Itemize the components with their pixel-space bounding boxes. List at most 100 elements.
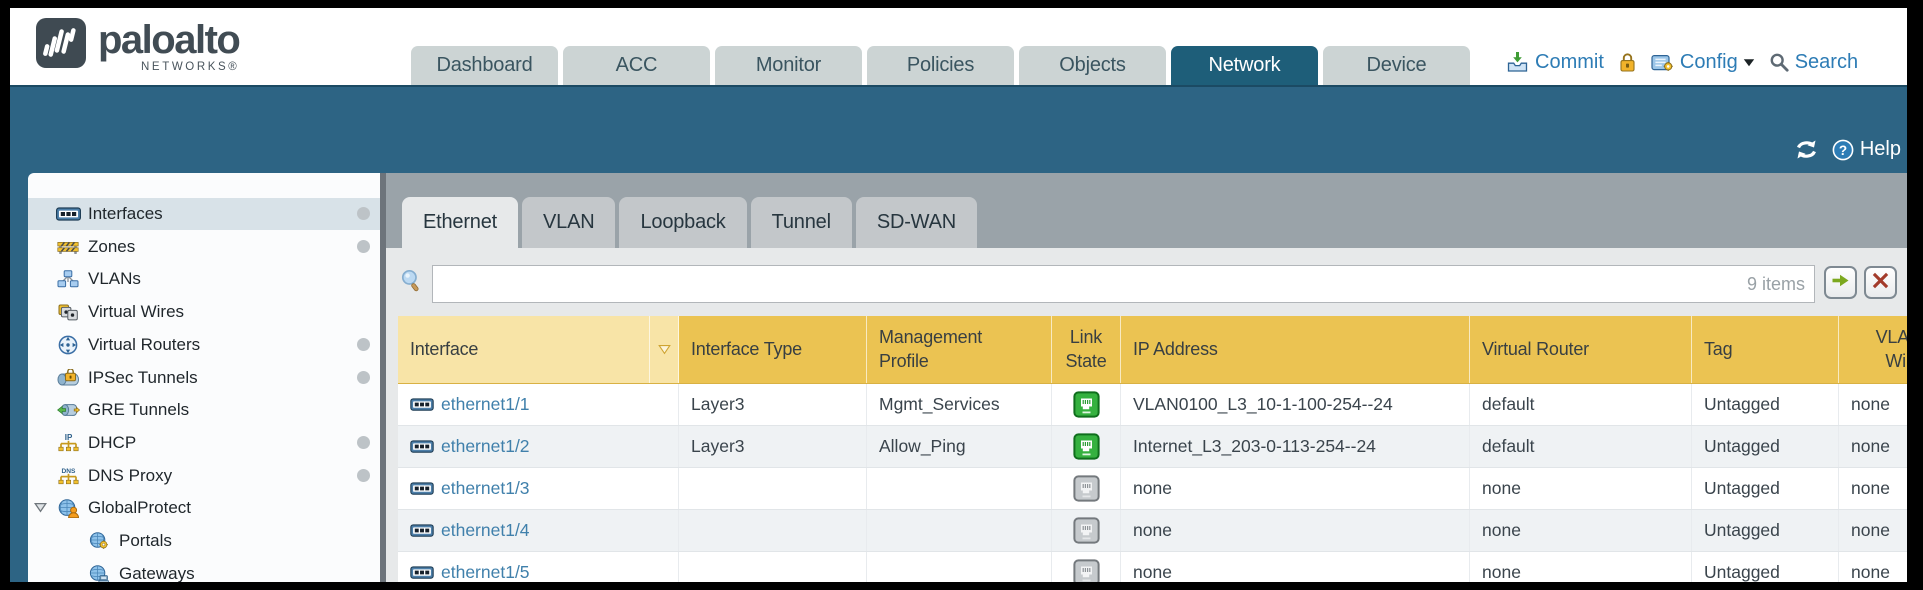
tab-tunnel[interactable]: Tunnel [751, 197, 852, 248]
column-header-ip-address[interactable]: IP Address [1121, 316, 1470, 383]
gre-tunnels-icon [55, 402, 81, 418]
cell-vlan-virtual-wire: none [1839, 384, 1907, 425]
status-dot [357, 338, 370, 351]
ethernet-interface-icon [410, 397, 434, 412]
clear-filter-button[interactable] [1864, 266, 1897, 299]
column-header-tag[interactable]: Tag [1692, 316, 1839, 383]
nav-tab-monitor[interactable]: Monitor [715, 46, 862, 85]
cell-ip-address: none [1121, 552, 1470, 582]
sidebar-item-globalprotect[interactable]: GlobalProtect [28, 492, 380, 524]
link-state-down-icon [1073, 475, 1100, 502]
sidebar-item-gre-tunnels[interactable]: GRE Tunnels [28, 394, 380, 426]
globalprotect-icon [55, 499, 81, 518]
dns-proxy-icon: DNS [55, 466, 81, 485]
sidebar-item-label: Virtual Routers [88, 335, 200, 355]
nav-tab-dashboard[interactable]: Dashboard [411, 46, 558, 85]
table-header-row: Interface Interface TypeManagement Profil… [398, 316, 1907, 384]
sidebar-item-ipsec-tunnels[interactable]: IPSec Tunnels [28, 362, 380, 394]
apply-filter-button[interactable] [1824, 266, 1857, 299]
cell-interface-type: Layer3 [679, 426, 867, 467]
paloalto-logo: paloalto NETWORKS® [35, 17, 239, 74]
search-link[interactable]: Search [1795, 51, 1858, 74]
sidebar-item-label: Virtual Wires [88, 302, 184, 322]
nav-tab-acc[interactable]: ACC [563, 46, 710, 85]
commit-link[interactable]: Commit [1535, 51, 1604, 74]
filter-input[interactable] [432, 265, 1815, 303]
sidebar-item-virtual-routers[interactable]: Virtual Routers [28, 329, 380, 361]
config-link[interactable]: Config [1680, 51, 1738, 74]
sidebar-item-dhcp[interactable]: IPDHCP [28, 427, 380, 459]
interface-link[interactable]: ethernet1/2 [441, 436, 530, 457]
ethernet-interface-icon [410, 439, 434, 454]
table-row: ethernet1/4nonenoneUntaggednone [398, 510, 1907, 552]
config-icon[interactable] [1651, 52, 1674, 73]
cell-management-profile [867, 552, 1052, 582]
band-tools: ? Help [1794, 138, 1901, 161]
column-header-link-state[interactable]: Link State [1052, 316, 1121, 383]
tab-ethernet[interactable]: Ethernet [402, 197, 518, 248]
cell-tag: Untagged [1692, 426, 1839, 467]
sidebar-item-label: VLANs [88, 269, 141, 289]
search-icon[interactable] [1769, 52, 1789, 72]
status-dot [357, 469, 370, 482]
sidebar-item-dns-proxy[interactable]: DNSDNS Proxy [28, 460, 380, 492]
interface-link[interactable]: ethernet1/1 [441, 394, 530, 415]
expander-down-icon[interactable] [34, 502, 47, 513]
sidebar-item-label: Portals [119, 531, 172, 551]
sidebar-item-zones[interactable]: Zones [28, 231, 380, 263]
sidebar-item-gateways[interactable]: Gateways [28, 558, 380, 582]
cell-link-state [1052, 426, 1121, 467]
status-dot [357, 240, 370, 253]
arrow-right-icon [1831, 273, 1850, 293]
sidebar-item-vlans[interactable]: VLANs [28, 263, 380, 295]
tab-loopback[interactable]: Loopback [619, 197, 746, 248]
nav-tab-policies[interactable]: Policies [867, 46, 1014, 85]
cell-interface: ethernet1/2 [398, 426, 679, 467]
sidebar-item-interfaces[interactable]: Interfaces [28, 198, 380, 230]
link-state-down-icon [1073, 559, 1100, 582]
help-icon[interactable]: ? [1832, 139, 1854, 161]
sidebar-item-portals[interactable]: Portals [28, 525, 380, 557]
brand-wordmark: paloalto [98, 17, 239, 63]
interface-link[interactable]: ethernet1/3 [441, 478, 530, 499]
nav-tab-objects[interactable]: Objects [1019, 46, 1166, 85]
help-link[interactable]: Help [1860, 138, 1901, 161]
close-icon [1872, 272, 1889, 294]
tab-vlan[interactable]: VLAN [522, 197, 615, 248]
brand-subtitle: NETWORKS® [98, 61, 239, 73]
filter-search-icon [400, 269, 421, 293]
nav-tab-network[interactable]: Network [1171, 46, 1318, 85]
column-header-interface-type[interactable]: Interface Type [679, 316, 867, 383]
cell-interface: ethernet1/5 [398, 552, 679, 582]
chevron-down-icon[interactable] [1743, 58, 1755, 67]
top-bar: paloalto NETWORKS® DashboardACCMonitorPo… [10, 8, 1907, 85]
dhcp-icon: IP [55, 433, 81, 452]
cell-management-profile: Allow_Ping [867, 426, 1052, 467]
column-header-vlan-wire[interactable]: VLAN / Wire [1839, 316, 1907, 383]
cell-vlan-virtual-wire: none [1839, 468, 1907, 509]
interface-subtabs: EthernetVLANLoopbackTunnelSD-WAN [402, 197, 981, 248]
cell-virtual-router: default [1470, 384, 1692, 425]
cell-link-state [1052, 552, 1121, 582]
interfaces-table: Interface Interface TypeManagement Profil… [398, 316, 1907, 582]
commit-icon[interactable] [1506, 51, 1529, 73]
cell-vlan-virtual-wire: none [1839, 510, 1907, 551]
column-header-interface[interactable]: Interface [398, 316, 650, 383]
status-dot [357, 371, 370, 384]
cell-virtual-router: none [1470, 552, 1692, 582]
sidebar-item-virtual-wires[interactable]: Virtual Wires [28, 296, 380, 328]
column-sort-dropdown[interactable] [650, 316, 679, 383]
lock-icon[interactable] [1618, 52, 1637, 73]
cell-virtual-router: default [1470, 426, 1692, 467]
interface-link[interactable]: ethernet1/4 [441, 520, 530, 541]
column-header-management-profile[interactable]: Management Profile [867, 316, 1052, 383]
svg-text:?: ? [1839, 142, 1847, 157]
interface-link[interactable]: ethernet1/5 [441, 562, 530, 582]
refresh-icon[interactable] [1794, 139, 1819, 160]
tab-sd-wan[interactable]: SD-WAN [856, 197, 977, 248]
nav-tab-device[interactable]: Device [1323, 46, 1470, 85]
column-header-virtual-router[interactable]: Virtual Router [1470, 316, 1692, 383]
vlans-icon [55, 270, 81, 288]
cell-link-state [1052, 510, 1121, 551]
cell-ip-address: none [1121, 510, 1470, 551]
